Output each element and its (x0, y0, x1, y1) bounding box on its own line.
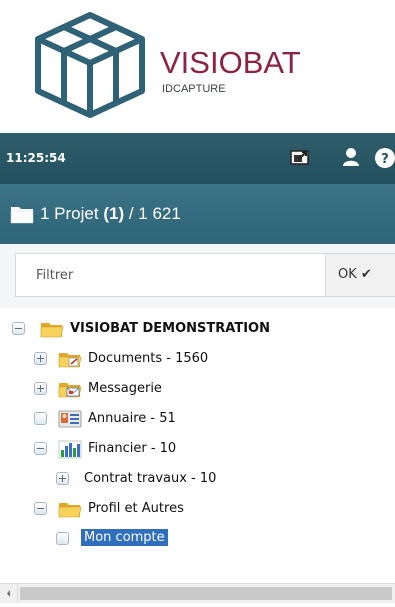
brand-name: VISIOBAT (160, 45, 301, 80)
tree-node-label: Profil et Autres (88, 501, 184, 516)
check-icon: ✔ (360, 267, 372, 282)
contacts-icon (58, 410, 82, 428)
tree-node-label: Financier - 10 (88, 441, 177, 456)
filter-input[interactable] (15, 253, 325, 297)
leaf-toggle-icon (34, 412, 47, 425)
collapse-toggle-icon[interactable] (34, 442, 47, 455)
folder-icon (58, 503, 82, 518)
ok-button-label: OK (338, 267, 357, 282)
project-bar[interactable]: 1 Projet (1) / 1 621 (0, 184, 395, 244)
header-logo-area: VISIOBAT IDCAPTURE (0, 0, 395, 133)
folder-icon (10, 207, 34, 224)
cube-logo-icon (35, 12, 145, 118)
tree-node-label: Annuaire - 51 (88, 411, 176, 426)
scroll-left-button[interactable] (0, 584, 18, 603)
ok-button[interactable]: OK ✔ (325, 253, 395, 297)
tree-node-label: VISIOBAT DEMONSTRATION (70, 321, 270, 336)
tree-node-label-selected[interactable]: Mon compte (81, 529, 168, 546)
expand-toggle-icon[interactable] (56, 472, 69, 485)
project-count-suffix: / 1 621 (128, 204, 181, 223)
chevron-left-icon (7, 590, 10, 597)
project-tree: VISIOBAT DEMONSTRATION Documents - 1560 … (0, 308, 395, 578)
expand-toggle-icon[interactable] (34, 382, 47, 395)
mail-folder-icon (58, 383, 82, 398)
expand-toggle-icon[interactable] (34, 352, 47, 365)
tree-node-label: Documents - 1560 (88, 351, 209, 366)
horizontal-scrollbar[interactable] (0, 583, 395, 603)
svg-text:?: ? (381, 152, 389, 167)
brand-subtitle: IDCAPTURE (162, 83, 226, 95)
documents-folder-icon (58, 353, 82, 368)
export-icon[interactable] (290, 148, 310, 166)
collapse-toggle-icon[interactable] (34, 502, 47, 515)
chart-icon (58, 440, 82, 459)
project-count-prefix: 1 Projet (40, 204, 99, 223)
scroll-thumb[interactable] (20, 587, 392, 600)
tree-node-label: Messagerie (88, 381, 162, 396)
folder-icon (40, 323, 64, 338)
clock: 11:25:54 (6, 151, 66, 165)
collapse-toggle-icon[interactable] (12, 322, 25, 335)
leaf-toggle-icon (56, 532, 69, 545)
help-icon[interactable]: ? (374, 147, 395, 169)
project-count-title: 1 Projet (1) / 1 621 (40, 204, 181, 224)
tree-node-label: Contrat travaux - 10 (84, 471, 217, 486)
user-icon[interactable] (342, 147, 360, 167)
filter-row: OK ✔ (0, 244, 395, 308)
status-bar: 11:25:54 ? (0, 133, 395, 184)
project-count-paren: (1) (103, 204, 125, 223)
